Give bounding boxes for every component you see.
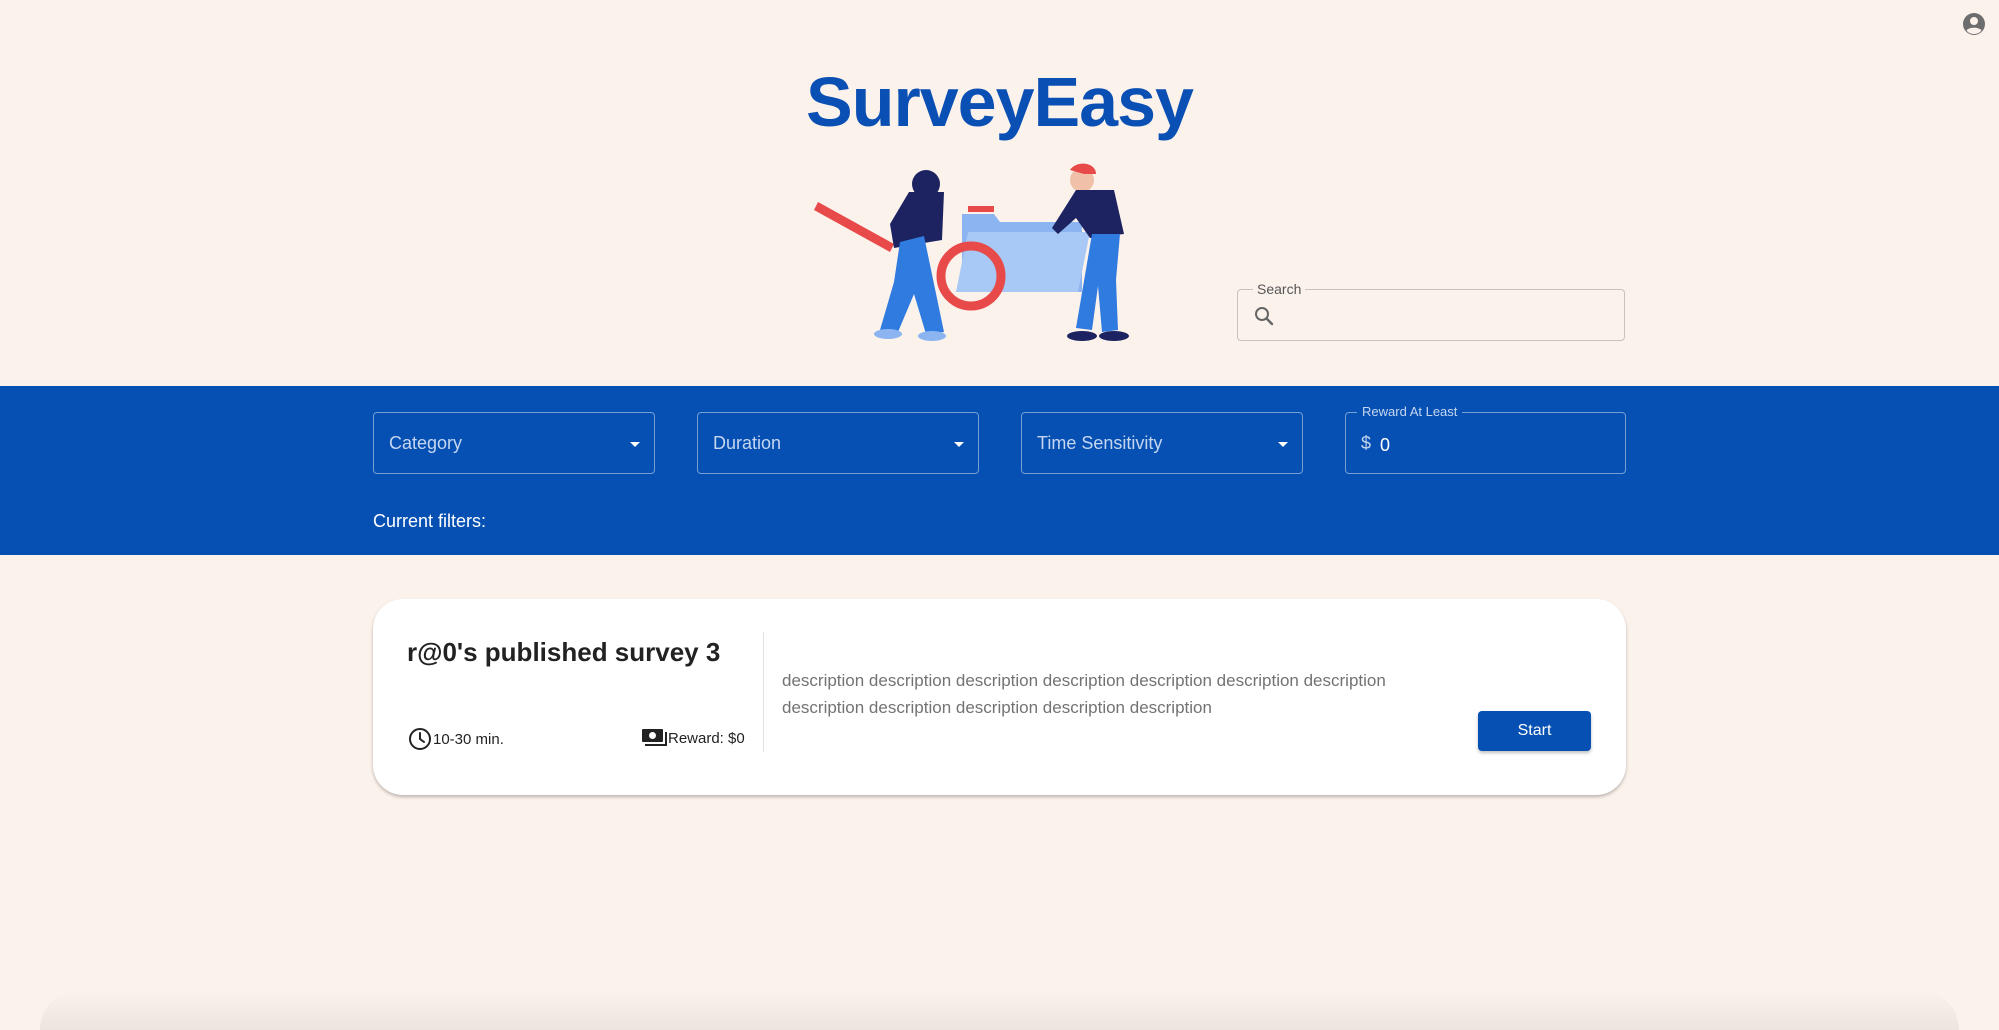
- clock-icon: [409, 728, 431, 750]
- duration-select[interactable]: Duration: [697, 412, 979, 474]
- account-circle-icon[interactable]: [1962, 12, 1986, 36]
- start-survey-button[interactable]: Start: [1478, 711, 1591, 751]
- search-label: Search: [1253, 281, 1306, 297]
- survey-description: description description description desc…: [782, 671, 1386, 717]
- reward-field[interactable]: $: [1345, 412, 1626, 474]
- category-select[interactable]: Category: [373, 412, 655, 474]
- reward-input[interactable]: [1378, 427, 1602, 463]
- chevron-down-icon: [1278, 442, 1288, 447]
- current-filters-label: Current filters:: [373, 511, 487, 531]
- money-icon: [642, 729, 667, 746]
- survey-title: r@0's published survey 3: [407, 637, 721, 667]
- survey-card: r@0's published survey 3 10-30 min. Rewa…: [373, 599, 1626, 795]
- duration-select-label: Duration: [713, 433, 782, 453]
- search-icon: [1255, 307, 1274, 326]
- time-sensitivity-select[interactable]: Time Sensitivity: [1021, 412, 1303, 474]
- chevron-down-icon: [954, 442, 964, 447]
- brand-title: SurveyEasy: [806, 63, 1194, 141]
- survey-reward: Reward: $0: [641, 727, 745, 749]
- search-input[interactable]: [1286, 296, 1610, 336]
- category-select-label: Category: [389, 433, 463, 453]
- card-divider: [763, 632, 764, 752]
- time-sensitivity-select-label: Time Sensitivity: [1037, 433, 1163, 453]
- filter-bar: Category Duration Time Sensitivity $ Rew…: [0, 386, 1999, 555]
- bottom-sheet-edge: [40, 990, 1959, 1030]
- reward-currency-prefix: $: [1361, 433, 1372, 453]
- survey-duration: 10-30 min.: [408, 727, 504, 751]
- chevron-down-icon: [630, 442, 640, 447]
- survey-reward-text: Reward: $0: [668, 729, 745, 747]
- reward-label: Reward At Least: [1357, 404, 1463, 419]
- survey-duration-text: 10-30 min.: [433, 730, 504, 748]
- survey-illustration: [814, 163, 1129, 341]
